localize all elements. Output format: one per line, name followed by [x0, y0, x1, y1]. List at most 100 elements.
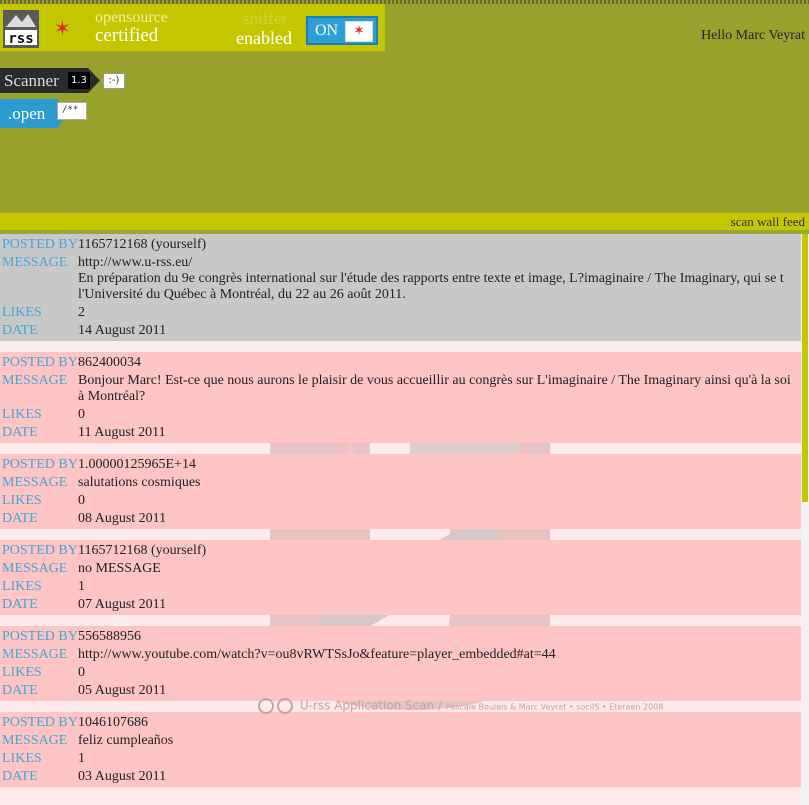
open-pill[interactable]: .open /**: [0, 99, 120, 128]
likes-row: LIKES 1: [0, 750, 801, 768]
message-row: MESSAGE http://www.youtube.com/watch?v=o…: [0, 646, 801, 664]
date-row: DATE 08 August 2011: [0, 510, 801, 528]
brand-bar: rss ✶ opensource certified sniffer enabl…: [0, 4, 385, 51]
feed-post: POSTED BY 1046107686 MESSAGE feliz cumpl…: [0, 712, 801, 787]
message-label: MESSAGE: [2, 475, 68, 490]
message-line: En préparation du 9e congrès internation…: [78, 271, 784, 286]
likes-label: LIKES: [2, 407, 42, 422]
message-row: MESSAGE Bonjour Marc! Est-ce que nous au…: [0, 372, 801, 406]
date-row: DATE 14 August 2011: [0, 322, 801, 340]
credit-small: Pascale Boulais & Marc Veyrat • sociIS •…: [445, 702, 664, 712]
open-label: .open: [8, 104, 46, 123]
message-label: MESSAGE: [2, 733, 68, 748]
sniffer-top: sniffer: [243, 9, 288, 28]
scanner-pill[interactable]: Scanner 1.3 :-): [0, 68, 125, 93]
posted-by-value: 1165712168 (yourself): [78, 237, 207, 252]
message-line: l'Université du Québec à Montréal, du 22…: [78, 287, 406, 302]
likes-value: 0: [78, 493, 85, 508]
message-value: feliz cumpleaños: [78, 733, 174, 748]
posted-by-value: 1165712168 (yourself): [78, 543, 207, 558]
posted-by-label: POSTED BY: [2, 355, 78, 370]
message-value[interactable]: http://www.youtube.com/watch?v=ou8vRWTSs…: [78, 647, 801, 663]
date-value: 08 August 2011: [78, 511, 167, 526]
date-label: DATE: [2, 769, 38, 784]
message-label: MESSAGE: [2, 561, 68, 576]
cc-icon: [258, 698, 274, 714]
message-row: MESSAGE no MESSAGE: [0, 560, 801, 578]
toggle-star-icon: ✶: [345, 21, 373, 42]
message-value: no MESSAGE: [78, 561, 161, 576]
version-badge: 1.3: [68, 72, 90, 89]
opensource-bottom: certified: [95, 25, 159, 46]
message-label: MESSAGE: [2, 647, 68, 662]
message-value: http://www.u-rss.eu/ En préparation du 9…: [78, 255, 801, 303]
date-value: 14 August 2011: [78, 323, 167, 338]
feed-post: POSTED BY 1.00000125965E+14 MESSAGE salu…: [0, 454, 801, 529]
posted-by-row: POSTED BY 556588956: [0, 628, 801, 646]
comment-box: /**: [57, 102, 87, 120]
date-label: DATE: [2, 683, 38, 698]
likes-value: 2: [78, 305, 85, 320]
posted-by-row: POSTED BY 1046107686: [0, 714, 801, 732]
posted-by-row: POSTED BY 1.00000125965E+14: [0, 456, 801, 474]
rss-logo-text: rss: [8, 31, 33, 47]
posted-by-row: POSTED BY 1165712168 (yourself): [0, 542, 801, 560]
rss-logo-icon: rss: [3, 10, 39, 48]
likes-label: LIKES: [2, 579, 42, 594]
likes-value: 0: [78, 407, 85, 422]
date-label: DATE: [2, 597, 38, 612]
scroll-thumb[interactable]: [802, 234, 808, 502]
likes-value: 1: [78, 751, 85, 766]
date-value: 03 August 2011: [78, 769, 167, 784]
scrollbar[interactable]: [801, 234, 809, 805]
likes-row: LIKES 0: [0, 406, 801, 424]
toggle-label: ON: [315, 22, 339, 39]
feed-bar-label: scan wall feed: [730, 214, 805, 229]
date-value: 05 August 2011: [78, 683, 167, 698]
likes-value: 1: [78, 579, 85, 594]
red-star-icon: ✶: [54, 16, 71, 40]
by-icon: [277, 698, 293, 714]
message-row: MESSAGE feliz cumpleaños: [0, 732, 801, 750]
feed-post: POSTED BY 1165712168 (yourself) MESSAGE …: [0, 234, 801, 341]
mood-badge: :-): [103, 73, 125, 89]
posted-by-label: POSTED BY: [2, 237, 78, 252]
likes-row: LIKES 2: [0, 304, 801, 322]
opensource-top: opensource: [95, 9, 168, 26]
posted-by-value: 1.00000125965E+14: [78, 457, 196, 472]
posted-by-label: POSTED BY: [2, 543, 78, 558]
feed-post: POSTED BY 1165712168 (yourself) MESSAGE …: [0, 540, 801, 615]
message-row: MESSAGE salutations cosmiques: [0, 474, 801, 492]
posted-by-row: POSTED BY 862400034: [0, 354, 801, 372]
likes-row: LIKES 0: [0, 492, 801, 510]
feed-post: POSTED BY 862400034 MESSAGE Bonjour Marc…: [0, 352, 801, 443]
posted-by-label: POSTED BY: [2, 629, 78, 644]
likes-label: LIKES: [2, 305, 42, 320]
message-row: MESSAGE http://www.u-rss.eu/ En préparat…: [0, 254, 801, 304]
likes-label: LIKES: [2, 665, 42, 680]
date-row: DATE 07 August 2011: [0, 596, 801, 614]
date-label: DATE: [2, 511, 38, 526]
date-row: DATE 03 August 2011: [0, 768, 801, 786]
message-value: salutations cosmiques: [78, 475, 201, 490]
date-value: 11 August 2011: [78, 425, 166, 440]
posted-by-row: POSTED BY 1165712168 (yourself): [0, 236, 801, 254]
likes-row: LIKES 0: [0, 664, 801, 682]
posted-by-value: 1046107686: [78, 715, 148, 730]
scan-credit: U-rss Application Scan / Pascale Boulais…: [258, 698, 663, 714]
posted-by-value: 556588956: [78, 629, 141, 644]
message-label: MESSAGE: [2, 255, 68, 270]
sniffer-bottom: enabled: [236, 28, 292, 48]
posted-by-label: POSTED BY: [2, 715, 78, 730]
message-line[interactable]: http://www.u-rss.eu/: [78, 255, 801, 271]
likes-label: LIKES: [2, 751, 42, 766]
sniffer-toggle[interactable]: ON ✶: [306, 16, 378, 45]
feed-post: POSTED BY 556588956 MESSAGE http://www.y…: [0, 626, 801, 701]
date-label: DATE: [2, 323, 38, 338]
likes-label: LIKES: [2, 493, 42, 508]
date-label: DATE: [2, 425, 38, 440]
greeting: Hello Marc Veyrat: [701, 28, 805, 43]
message-line: Bonjour Marc! Est-ce que nous aurons le …: [78, 373, 791, 388]
feed-bar: scan wall feed: [0, 213, 809, 230]
message-label: MESSAGE: [2, 373, 68, 388]
